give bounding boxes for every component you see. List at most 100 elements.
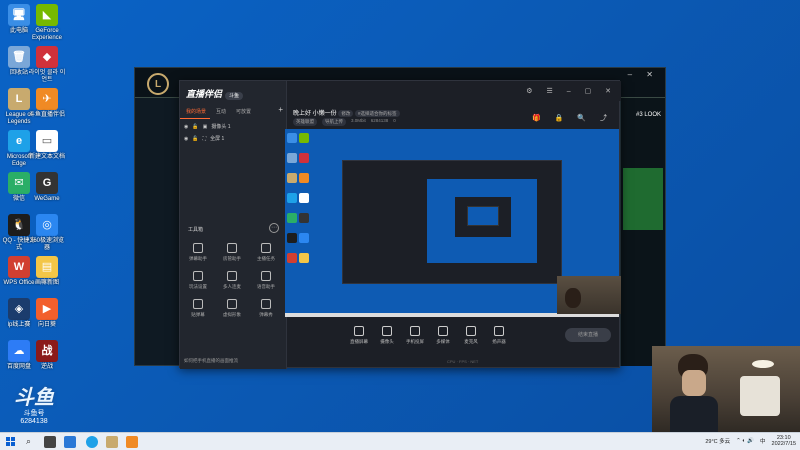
- lol-window-controls[interactable]: – ✕: [628, 70, 659, 79]
- tool-item[interactable]: 主播任务: [251, 243, 281, 262]
- search-icon[interactable]: ⌕: [26, 436, 38, 448]
- clock[interactable]: 23:10 2022/7/15: [772, 435, 796, 447]
- desktop-icon-browser360[interactable]: ◎ 360极速浏览器: [28, 214, 66, 252]
- desktop-icon-label: 逆战: [40, 364, 53, 370]
- preview-inner-app: [342, 160, 562, 284]
- desktop-icon-folder[interactable]: ▤ 画嘛新图: [28, 256, 66, 287]
- go-live-button[interactable]: 结束直播: [565, 328, 611, 342]
- lol-green-panel: [623, 168, 663, 230]
- lol-app2-icon: ◈: [8, 298, 30, 320]
- tool-item[interactable]: 玩法设置: [183, 271, 213, 290]
- room-id-label: 6284138: [370, 118, 389, 123]
- lol-taskbar-icon[interactable]: [106, 436, 118, 448]
- desktop-icon-label: WeGame: [34, 196, 60, 202]
- tool-item[interactable]: 虚拟形象: [217, 299, 247, 318]
- tool-icon: [193, 271, 203, 281]
- preview-nested-canvas: [467, 206, 499, 226]
- ime-indicator[interactable]: 中: [760, 437, 766, 445]
- lock-icon[interactable]: 🔓: [192, 136, 198, 142]
- bottom-toolbar: 直播屏幕 摄像头 手机投屏 多媒体 麦克风 扬声器 结束直播: [287, 326, 621, 356]
- bottom-tool-label: 多媒体: [436, 339, 450, 344]
- desktop-icon-newdoc[interactable]: ▭ 新建文本文档: [28, 130, 66, 161]
- preview-nested-app: [455, 197, 511, 237]
- app-logo: 直播伴侣 斗鱼: [186, 87, 244, 100]
- preview-icon: [287, 173, 297, 183]
- recycle-icon: 🗑: [8, 46, 30, 68]
- toolbox-settings-icon[interactable]: ⋯: [269, 223, 279, 233]
- tool-item[interactable]: 房管助手: [217, 243, 247, 262]
- tool-item[interactable]: 语音助手: [251, 271, 281, 290]
- edit-title-badge[interactable]: 修改: [338, 110, 354, 117]
- bottom-tool-button[interactable]: 麦克风: [457, 326, 485, 345]
- browser360-icon: ◎: [36, 214, 58, 236]
- preview-icon: [299, 213, 309, 223]
- scene-item-fullscreen[interactable]: ◉ 🔓 ⛶ 全屏 1: [184, 135, 224, 143]
- start-button[interactable]: [6, 437, 15, 446]
- add-scene-button[interactable]: +: [274, 105, 287, 119]
- desktop-icon-label: GeForce Experience: [31, 28, 63, 41]
- bottom-tool-button[interactable]: 手机投屏: [401, 326, 429, 345]
- bottom-tool-button[interactable]: 摄像头: [373, 326, 401, 345]
- header-action-icons[interactable]: 🎁 🔒 🔍 ⤴: [532, 113, 613, 123]
- tool-label: 玩法设置: [189, 284, 207, 289]
- bottom-tool-icon: [410, 326, 420, 336]
- eye-icon[interactable]: ◉: [184, 136, 188, 142]
- tool-label: 贴弹幕: [191, 312, 205, 317]
- desktop-icon-yg[interactable]: ▶ 向日葵: [28, 298, 66, 329]
- stream-app-taskbar-icon[interactable]: [126, 436, 138, 448]
- bottom-tool-label: 扬声器: [492, 339, 506, 344]
- preview-icon: [299, 233, 309, 243]
- mobile-tip-link[interactable]: 如何把手机直播的画面推流: [184, 358, 238, 364]
- tray-icons[interactable]: ⌃ ◐ 🔊: [736, 438, 754, 444]
- bitrate-label: 3.0Mbit: [351, 118, 366, 123]
- stream-title[interactable]: 晚上好 小懒一份: [293, 111, 337, 117]
- upload-badge[interactable]: 导航上传: [322, 118, 346, 126]
- desktop-icon-label: 画嘛新图: [34, 280, 59, 286]
- game-icon: 战: [36, 340, 58, 362]
- scene-item-camera[interactable]: ◉ 🔓 ▣ 摄像头 1: [184, 123, 231, 131]
- tab-interact[interactable]: 互动: [210, 105, 230, 119]
- preview-desktop-icons: [287, 131, 311, 315]
- desktop-icon-kr-app[interactable]: ◆ 라이엇 클라 이언트: [28, 46, 66, 84]
- file-explorer-icon[interactable]: [64, 436, 76, 448]
- category-badge[interactable]: 英雄联盟: [293, 118, 317, 126]
- person-face: [682, 370, 706, 396]
- tab-place[interactable]: 可放置: [230, 105, 255, 119]
- edge-icon[interactable]: [86, 436, 98, 448]
- tool-item[interactable]: 弹幕秀: [251, 299, 281, 318]
- webcam-small-overlay: [557, 276, 621, 314]
- desktop-icon-wegame[interactable]: G WeGame: [28, 172, 66, 203]
- desktop-icon-geforce[interactable]: ◣ GeForce Experience: [28, 4, 66, 42]
- preview-icon: [287, 153, 297, 163]
- lol-social-panel: #3 LOOK: [620, 98, 665, 366]
- lol-logo-icon[interactable]: L: [147, 73, 169, 95]
- background-light: [752, 360, 774, 368]
- computer-icon: 🖥: [8, 4, 30, 26]
- eye-icon[interactable]: ◉: [184, 124, 188, 130]
- desktop-icon-label: 360极速浏览器: [29, 238, 64, 251]
- wechat-icon: ✉: [8, 172, 30, 194]
- bottom-tool-button[interactable]: 多媒体: [429, 326, 457, 345]
- bottom-tool-button[interactable]: 扬声器: [485, 326, 513, 345]
- desktop-icon-game[interactable]: 战逆战: [28, 340, 66, 371]
- lock-icon[interactable]: 🔓: [192, 124, 198, 130]
- weather-label[interactable]: 29°C 多云: [705, 437, 730, 445]
- task-view-icon[interactable]: [44, 436, 56, 448]
- lol-icon: L: [8, 88, 30, 110]
- desktop-icon-lol-cn[interactable]: ✈ 斗鱼直播伴侣: [28, 88, 66, 119]
- tool-item[interactable]: 多人连麦: [217, 271, 247, 290]
- bottom-tool-icon: [382, 326, 392, 336]
- app-window-controls[interactable]: ⚙ ☰ – ▢ ✕: [526, 87, 617, 95]
- app-logo-tag[interactable]: 斗鱼: [225, 92, 244, 100]
- tool-item[interactable]: 弹幕助手: [183, 243, 213, 262]
- bottom-tool-button[interactable]: 直播屏幕: [345, 326, 373, 345]
- preview-icon: [287, 213, 297, 223]
- tag-select-badge[interactable]: #选择适合你的标签: [355, 110, 400, 117]
- qq-icon: 🐧: [8, 214, 30, 236]
- status-row: CPU · FPS · NET: [447, 359, 479, 364]
- tool-item[interactable]: 贴弹幕: [183, 299, 213, 318]
- desktop-icon-label: 斗鱼直播伴侣: [28, 112, 65, 118]
- tab-scenes[interactable]: 我的场景: [180, 105, 211, 119]
- system-tray: 29°C 多云 ⌃ ◐ 🔊 中 23:10 2022/7/15: [705, 435, 796, 447]
- tool-label: 语音助手: [257, 284, 275, 289]
